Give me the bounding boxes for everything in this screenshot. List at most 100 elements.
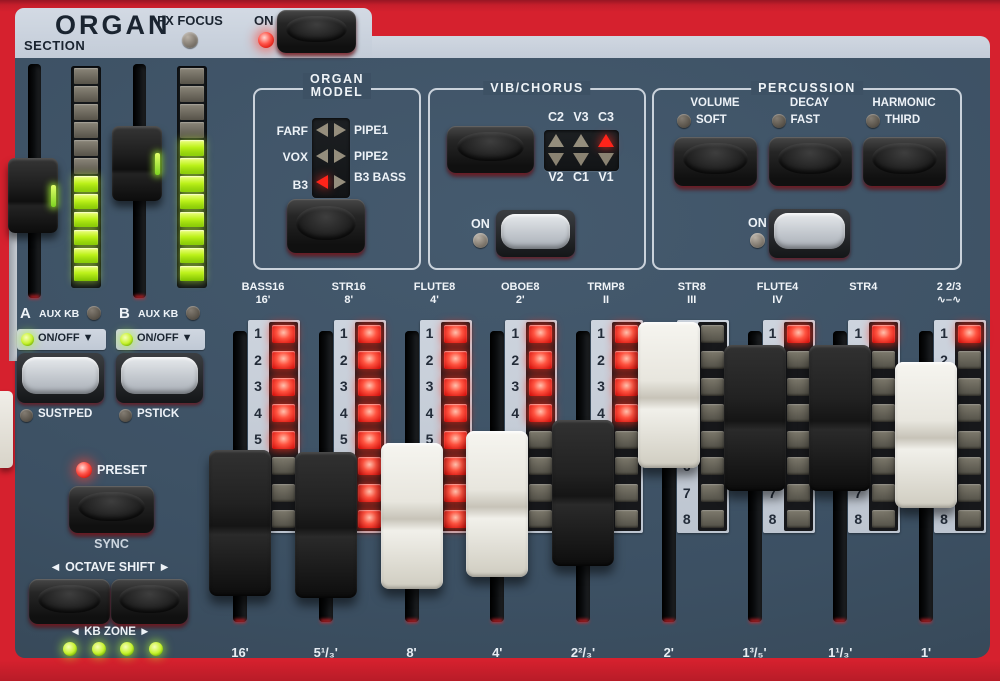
percussion-on-button[interactable] bbox=[769, 209, 850, 258]
drawbar-handle[interactable] bbox=[466, 431, 528, 577]
vib-led-v3 bbox=[573, 134, 589, 147]
drawbar-led bbox=[701, 325, 724, 343]
drawbar-led bbox=[358, 484, 381, 502]
drawbar-label: BASS1616' bbox=[217, 281, 309, 307]
organ-model-led-pipe2 bbox=[334, 149, 346, 163]
percussion-third-button[interactable] bbox=[863, 137, 946, 186]
meter-segment bbox=[180, 122, 204, 138]
drawbar-led bbox=[529, 457, 552, 475]
percussion-title: PERCUSSION bbox=[751, 81, 863, 95]
aux-kb-label: AUX KB bbox=[138, 308, 178, 320]
drawbar-led bbox=[444, 484, 467, 502]
drawbar-led bbox=[872, 378, 895, 396]
drawbar-led bbox=[787, 378, 810, 396]
kb-zone-label: ◄ KB ZONE ► bbox=[50, 626, 170, 638]
drawbar-handle[interactable] bbox=[209, 450, 271, 596]
drawbar-led bbox=[358, 510, 381, 528]
drawbar-handle[interactable] bbox=[638, 322, 700, 468]
vib-chorus-title: VIB/CHORUS bbox=[483, 81, 590, 95]
drawbar-led bbox=[615, 431, 638, 449]
drawbar-foot-label: 8' bbox=[370, 645, 454, 660]
organ-model-right-label: B3 BASS bbox=[354, 171, 406, 183]
aux-a-key: A bbox=[20, 305, 31, 322]
drawbar-foot-label: 1' bbox=[884, 645, 968, 660]
drawbar-label: TRMP8II bbox=[560, 281, 652, 307]
aux-b-onoff-strip: ON/OFF ▼ bbox=[116, 329, 205, 350]
drawbar-led bbox=[444, 431, 467, 449]
organ-model-led-b3-bass bbox=[334, 175, 346, 189]
vib-on-led bbox=[473, 233, 488, 248]
section-subtitle: SECTION bbox=[24, 38, 85, 53]
drawbar-handle[interactable] bbox=[381, 443, 443, 589]
aux-a-onoff-strip: ON/OFF ▼ bbox=[17, 329, 106, 350]
meter-segment bbox=[74, 266, 98, 282]
drawbar-led bbox=[958, 325, 981, 343]
vib-led-c1 bbox=[573, 153, 589, 166]
percussion-sub-label: FAST bbox=[791, 114, 820, 126]
drawbar-led bbox=[615, 484, 638, 502]
vib-led-c2 bbox=[548, 134, 564, 147]
octave-shift-up-button[interactable] bbox=[111, 579, 188, 624]
drawbar-label: OBOE82' bbox=[474, 281, 566, 307]
drawbar-handle[interactable] bbox=[724, 345, 786, 491]
drawbar-name: STR16 bbox=[303, 281, 395, 294]
percussion-on-label: ON bbox=[748, 216, 767, 230]
drawbar-number: 1 bbox=[848, 320, 868, 347]
drawbar-led-column bbox=[441, 322, 470, 531]
drawbar-label: 2 2/3∿–∿ bbox=[903, 281, 995, 307]
level-fader-handle-b[interactable] bbox=[112, 126, 162, 201]
organ-model-button[interactable] bbox=[287, 199, 365, 253]
drawbar-number: 8 bbox=[677, 506, 697, 533]
drawbar-handle[interactable] bbox=[295, 452, 357, 598]
sync-button[interactable] bbox=[69, 486, 154, 533]
drawbar-handle[interactable] bbox=[895, 362, 957, 508]
drawbar-handle[interactable] bbox=[809, 345, 871, 491]
drawbar-led bbox=[701, 378, 724, 396]
percussion-fast-button[interactable] bbox=[769, 137, 852, 186]
organ-model-led-pipe1 bbox=[334, 123, 346, 137]
drawbar-number: 2 bbox=[505, 347, 525, 374]
vib-chorus-select-button[interactable] bbox=[447, 126, 534, 173]
fader-indicator-led bbox=[155, 153, 160, 175]
drawbar-handle[interactable] bbox=[552, 420, 614, 566]
drawbar-led bbox=[872, 457, 895, 475]
aux-a-button[interactable] bbox=[17, 353, 104, 403]
drawbar-sub: II bbox=[560, 294, 652, 307]
drawbar-led bbox=[444, 351, 467, 369]
drawbar-led bbox=[615, 378, 638, 396]
drawbar-label: FLUTE4IV bbox=[732, 281, 824, 307]
drawbar-led bbox=[444, 325, 467, 343]
octave-shift-down-button[interactable] bbox=[29, 579, 110, 624]
percussion-top-label: VOLUME bbox=[673, 97, 757, 109]
meter-segment bbox=[74, 140, 98, 156]
vib-led-v1 bbox=[598, 153, 614, 166]
drawbar-led-column bbox=[869, 322, 898, 531]
vib-top-label: C3 bbox=[592, 110, 620, 124]
organ-on-button[interactable] bbox=[277, 10, 356, 53]
organ-model-left-label: B3 bbox=[251, 178, 308, 192]
drawbar-led bbox=[358, 404, 381, 422]
drawbar-name: OBOE8 bbox=[474, 281, 566, 294]
drawbar-led bbox=[701, 484, 724, 502]
drawbar-name: FLUTE8 bbox=[389, 281, 481, 294]
drawbar-name: STR8 bbox=[646, 281, 738, 294]
kb-zone-led bbox=[120, 642, 134, 656]
aux-b-led bbox=[186, 306, 200, 320]
meter-segment bbox=[74, 68, 98, 84]
aux-a-led bbox=[87, 306, 101, 320]
meter-segment bbox=[74, 248, 98, 264]
level-fader-handle-a[interactable] bbox=[8, 158, 58, 233]
drawbar-number: 5 bbox=[334, 426, 354, 453]
aux-onoff-label: ON/OFF ▼ bbox=[137, 332, 193, 344]
drawbar-number: 1 bbox=[420, 320, 440, 347]
vib-on-button[interactable] bbox=[496, 210, 575, 257]
aux-b-button[interactable] bbox=[116, 353, 203, 403]
percussion-soft-button[interactable] bbox=[674, 137, 757, 186]
drawbar-number: 7 bbox=[677, 480, 697, 507]
drawbar-sub: 16' bbox=[217, 294, 309, 307]
drawbar-led-column bbox=[784, 322, 813, 531]
drawbar-number: 3 bbox=[334, 373, 354, 400]
meter-segment bbox=[74, 230, 98, 246]
drawbar-label: STR168' bbox=[303, 281, 395, 307]
drawbar-led bbox=[615, 325, 638, 343]
